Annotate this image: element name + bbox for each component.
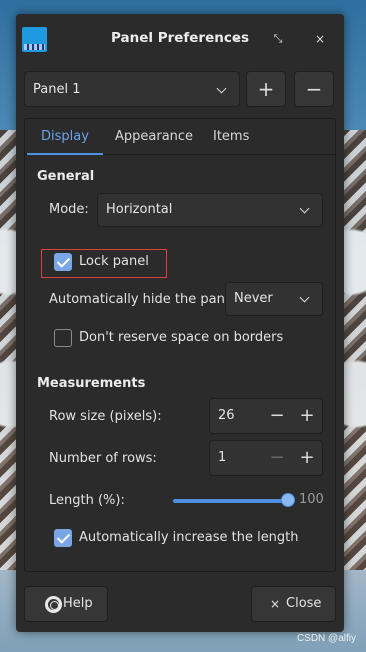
close-button[interactable]: × Close (251, 586, 336, 622)
panel-preferences-window: Panel Preferences – ⤡ × Panel 1 + − Disp… (16, 14, 344, 632)
tab-appearance[interactable]: Appearance (101, 119, 207, 155)
help-label: Help (63, 596, 93, 611)
autohide-value: Never (234, 291, 273, 306)
length-label: Length (%): (49, 493, 125, 508)
close-window-button[interactable]: × (310, 29, 330, 49)
panel-select-dropdown[interactable]: Panel 1 (24, 71, 240, 107)
titlebar[interactable]: Panel Preferences – ⤡ × (16, 14, 344, 64)
measurements-heading: Measurements (37, 376, 146, 391)
panel-select-value: Panel 1 (33, 82, 81, 97)
row-size-value[interactable]: 26 (218, 408, 235, 423)
general-heading: General (37, 169, 95, 184)
rows-label: Number of rows: (49, 451, 157, 466)
chevron-down-icon (217, 85, 227, 95)
lock-panel-label[interactable]: Lock panel (79, 254, 149, 269)
reserve-space-checkbox[interactable] (54, 329, 72, 347)
rows-spinner: 1 − + (209, 440, 323, 476)
window-title: Panel Preferences (110, 30, 250, 46)
maximize-button[interactable]: ⤡ (268, 29, 288, 49)
row-size-spinner: 26 − + (209, 398, 323, 434)
help-button[interactable]: Help (24, 586, 108, 622)
tab-bar: Display Appearance Items (25, 119, 335, 155)
row-size-decrease-button[interactable]: − (264, 403, 290, 429)
rows-value[interactable]: 1 (218, 450, 226, 465)
rows-decrease-button[interactable]: − (264, 445, 290, 471)
length-slider-track[interactable] (173, 499, 289, 503)
watermark: CSDN @alfiy (296, 633, 356, 644)
remove-panel-button[interactable]: − (294, 71, 334, 107)
autohide-dropdown[interactable]: Never (225, 282, 323, 316)
length-value: 100 (299, 492, 324, 507)
tab-items[interactable]: Items (199, 119, 263, 155)
auto-length-checkbox[interactable] (54, 529, 72, 547)
lock-panel-checkbox[interactable] (54, 253, 72, 271)
row-size-increase-button[interactable]: + (294, 403, 320, 429)
wallpaper-right (342, 130, 366, 570)
rows-increase-button[interactable]: + (294, 445, 320, 471)
close-icon: × (270, 597, 281, 611)
close-label: Close (286, 596, 322, 611)
autohide-label: Automatically hide the panel: (49, 292, 241, 307)
add-panel-button[interactable]: + (246, 71, 286, 107)
length-slider-handle[interactable] (281, 493, 295, 507)
tab-display[interactable]: Display (27, 119, 103, 155)
reserve-space-label[interactable]: Don't reserve space on borders (79, 330, 283, 345)
help-lifebuoy-icon (45, 596, 62, 613)
panel-selector-row: Panel 1 + − (24, 71, 336, 107)
mode-label: Mode: (49, 202, 89, 217)
minimize-button[interactable]: – (226, 29, 246, 49)
auto-length-label[interactable]: Automatically increase the length (79, 530, 299, 545)
row-size-label: Row size (pixels): (49, 409, 162, 424)
mode-value: Horizontal (106, 202, 173, 217)
mode-dropdown[interactable]: Horizontal (97, 193, 323, 227)
preferences-notebook: Display Appearance Items General Mode: H… (24, 118, 336, 572)
chevron-down-icon (300, 205, 310, 215)
chevron-down-icon (300, 294, 310, 304)
